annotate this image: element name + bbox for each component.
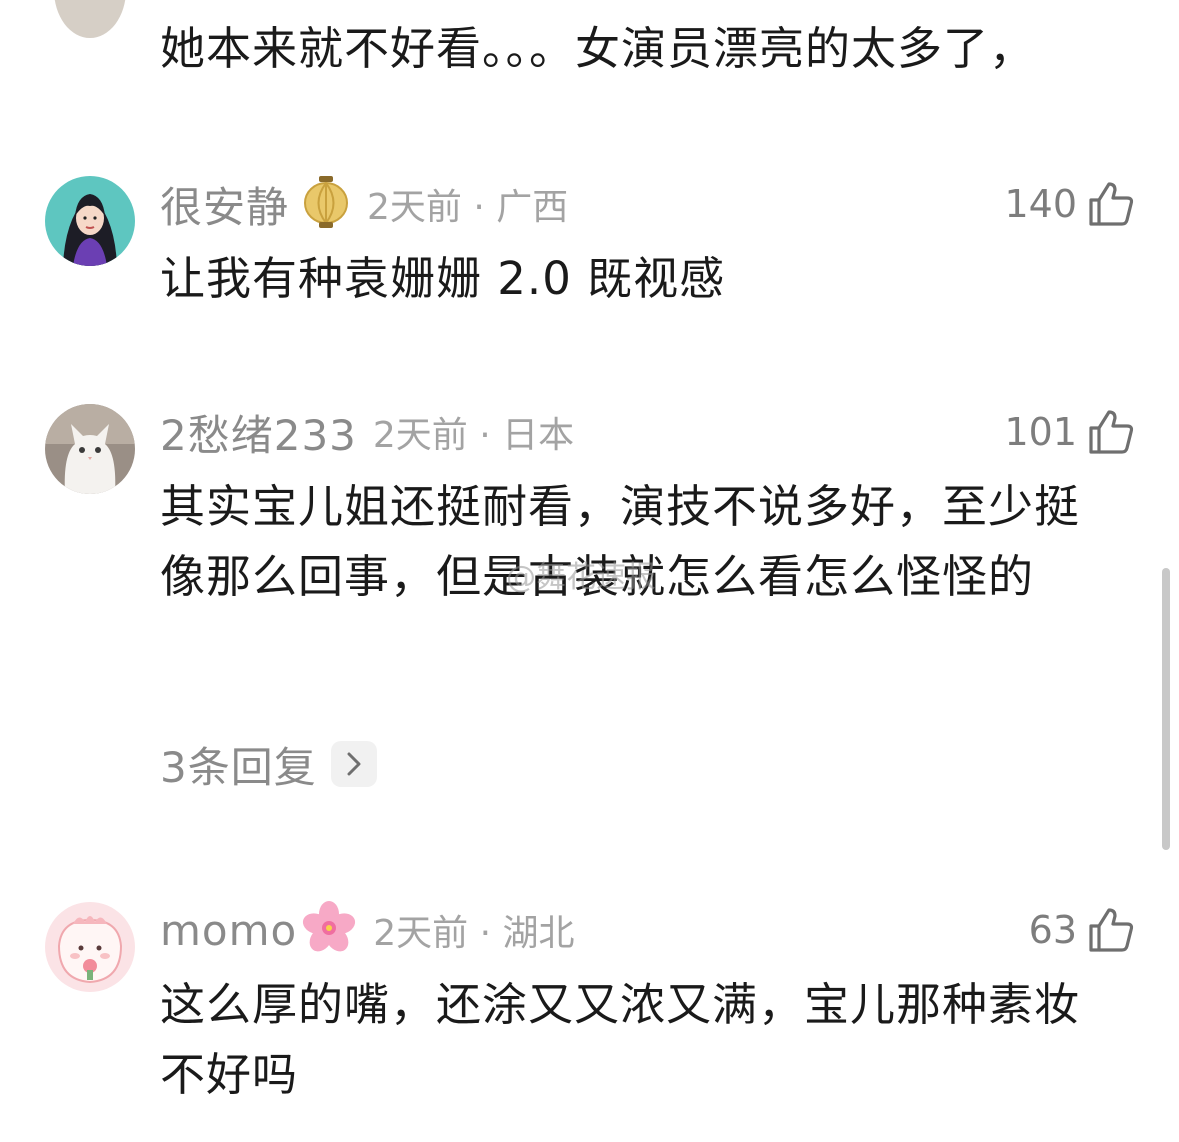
thumbs-up-icon xyxy=(1087,408,1135,456)
username[interactable]: momo xyxy=(160,906,297,955)
lantern-icon xyxy=(301,174,351,234)
like-button[interactable]: 140 xyxy=(1004,174,1135,234)
avatar[interactable] xyxy=(45,404,135,494)
thumbs-up-icon xyxy=(1087,180,1135,228)
like-count: 63 xyxy=(1028,908,1077,952)
like-button[interactable]: 101 xyxy=(1004,402,1135,462)
comment-text: 让我有种袁姗姗 2.0 既视感 xyxy=(160,252,726,305)
cherry-blossom-icon xyxy=(301,900,357,960)
like-button[interactable]: 63 xyxy=(1029,900,1135,960)
comment-time-location: 2天前 · 日本 xyxy=(372,415,575,456)
chevron-right-icon xyxy=(330,741,377,787)
comment-meta: 2愁绪233 2天前 · 日本 xyxy=(160,402,574,462)
comment-time-location: 2天前 · 广西 xyxy=(367,187,569,228)
comment-text-partial: 她本来就不好看。。。女演员漂亮的太多了， xyxy=(160,22,1036,75)
comment-time-location: 2天前 · 湖北 xyxy=(373,913,575,954)
avatar[interactable] xyxy=(45,902,135,992)
like-count: 101 xyxy=(1004,410,1077,454)
view-replies-button[interactable]: 3条回复 xyxy=(160,736,377,792)
avatar-partial[interactable] xyxy=(54,0,126,38)
username[interactable]: 2愁绪233 xyxy=(160,402,357,463)
comment-text: 这么厚的嘴，还涂又又浓又满，宝儿那种素妆不好吗 xyxy=(160,978,1081,1101)
username[interactable]: 很安静 xyxy=(160,174,289,235)
avatar[interactable] xyxy=(45,176,135,266)
scrollbar[interactable] xyxy=(1162,568,1170,850)
watermark: @舞花速报 xyxy=(506,560,656,595)
comment-meta: momo 2天前 · 湖北 xyxy=(160,900,574,960)
thumbs-up-icon xyxy=(1087,906,1135,954)
replies-label: 3条回复 xyxy=(160,742,317,792)
comment-meta: 很安静 2天前 · 广西 xyxy=(160,174,568,234)
like-count: 140 xyxy=(1004,182,1077,226)
